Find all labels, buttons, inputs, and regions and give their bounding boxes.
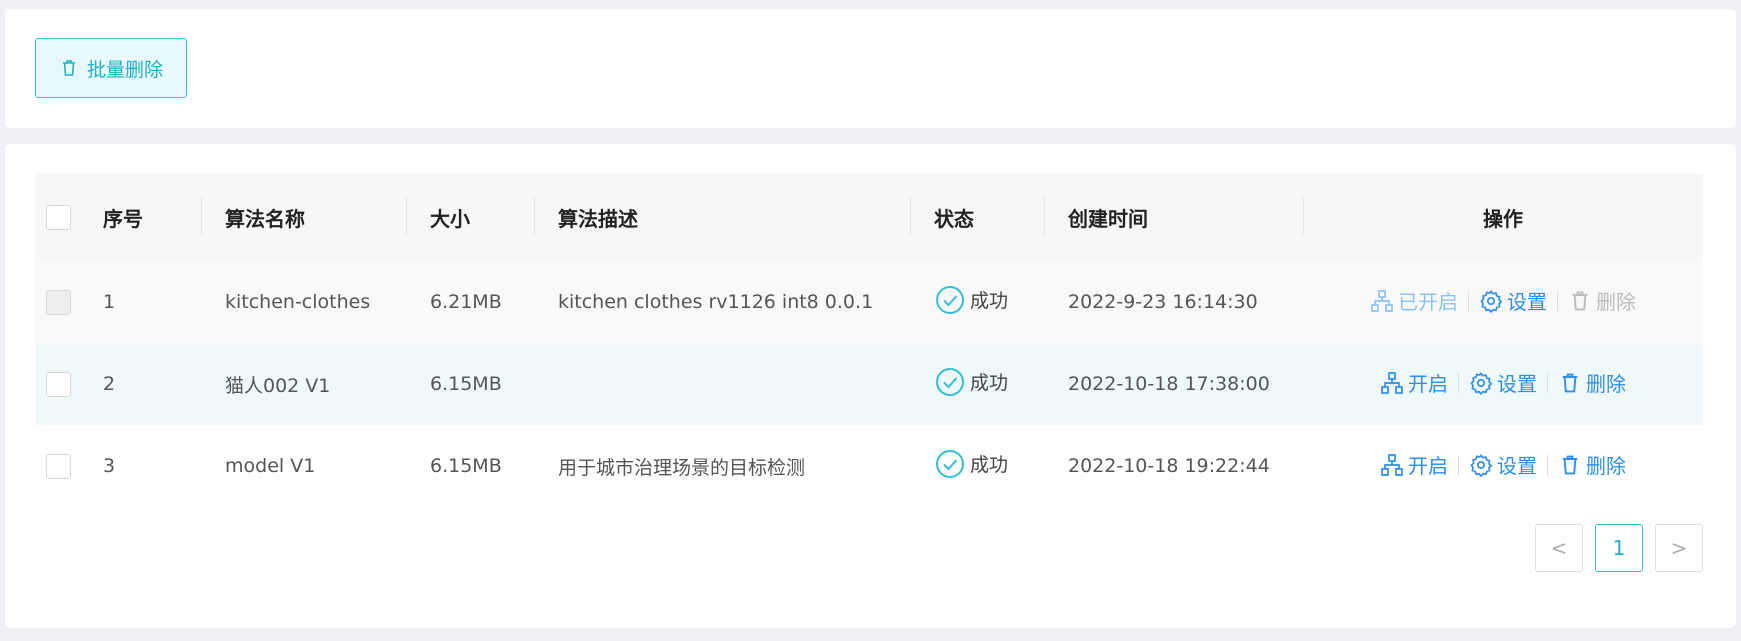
delete-button[interactable]: 删除 [1558,368,1626,397]
row-checkbox[interactable] [46,371,71,397]
header-created: 创建时间 [1044,173,1303,261]
table-row: 2 猫人002 V1 6.15MB 成功 2022-10-18 17:38:00 [35,343,1703,425]
enabled-toggle-button[interactable]: 已开启 [1370,286,1458,315]
cell-desc: kitchen clothes rv1126 int8 0.0.1 [558,291,874,313]
cell-index: 1 [103,291,116,313]
check-circle-icon [936,449,964,478]
cell-desc [534,343,910,425]
cell-name: 猫人002 V1 [225,374,331,397]
row-checkbox [46,289,71,315]
enable-button[interactable]: 开启 [1380,368,1448,397]
delete-button: 删除 [1568,286,1636,315]
row-actions: 已开启 设置 删除 [1370,286,1636,315]
cell-index: 3 [103,455,116,477]
table-row: 1 kitchen-clothes 6.21MB kitchen clothes… [35,261,1703,343]
batch-delete-button[interactable]: 批量删除 [35,38,187,98]
hierarchy-icon [1381,453,1403,476]
settings-button[interactable]: 设置 [1469,450,1537,479]
pagination-prev-button[interactable]: < [1535,524,1583,572]
trash-icon [1562,373,1578,393]
row-actions: 开启 设置 删除 [1380,368,1626,397]
status-badge: 成功 [934,284,1008,316]
algorithm-list-card: 序号 算法名称 大小 算法描述 状态 创建时间 操作 1 kitchen-clo… [5,144,1736,628]
cell-created: 2022-9-23 16:14:30 [1068,291,1258,313]
pagination-page-button[interactable]: 1 [1595,524,1643,572]
algorithm-table: 序号 算法名称 大小 算法描述 状态 创建时间 操作 1 kitchen-clo… [35,173,1703,507]
cell-index: 2 [103,373,116,395]
header-size: 大小 [406,173,534,261]
settings-button[interactable]: 设置 [1479,286,1547,315]
header-index: 序号 [103,206,143,231]
trash-icon [62,60,75,76]
cell-name: kitchen-clothes [225,291,371,313]
gear-icon [1470,371,1493,395]
settings-button[interactable]: 设置 [1469,368,1537,397]
cell-size: 6.15MB [430,455,502,477]
check-circle-icon [936,285,964,314]
table-row: 3 model V1 6.15MB 用于城市治理场景的目标检测 成功 2022-… [35,425,1703,507]
gear-icon [1470,453,1493,477]
hierarchy-icon [1371,289,1393,312]
status-badge: 成功 [934,366,1008,398]
cell-desc: 用于城市治理场景的目标检测 [558,456,806,479]
table-header-row: 序号 算法名称 大小 算法描述 状态 创建时间 操作 [35,173,1703,261]
gear-icon [1480,289,1503,313]
hierarchy-icon [1381,371,1403,394]
header-actions: 操作 [1303,173,1703,261]
enable-button[interactable]: 开启 [1380,450,1448,479]
row-checkbox[interactable] [46,453,71,479]
header-status: 状态 [910,173,1044,261]
cell-name: model V1 [225,455,316,477]
trash-icon [1562,455,1578,475]
cell-created: 2022-10-18 19:22:44 [1068,455,1270,477]
select-all-checkbox[interactable] [46,205,71,230]
cell-size: 6.15MB [430,373,502,395]
delete-button[interactable]: 删除 [1558,450,1626,479]
check-circle-icon [936,367,964,396]
trash-icon [1572,291,1588,311]
row-actions: 开启 设置 删除 [1380,450,1626,479]
pagination-next-button[interactable]: > [1655,524,1703,572]
status-badge: 成功 [934,448,1008,480]
toolbar-card: 批量删除 [5,9,1736,128]
header-name: 算法名称 [201,173,406,261]
cell-created: 2022-10-18 17:38:00 [1068,373,1270,395]
header-desc: 算法描述 [534,173,910,261]
cell-size: 6.21MB [430,291,502,313]
batch-delete-label: 批量删除 [86,58,163,81]
